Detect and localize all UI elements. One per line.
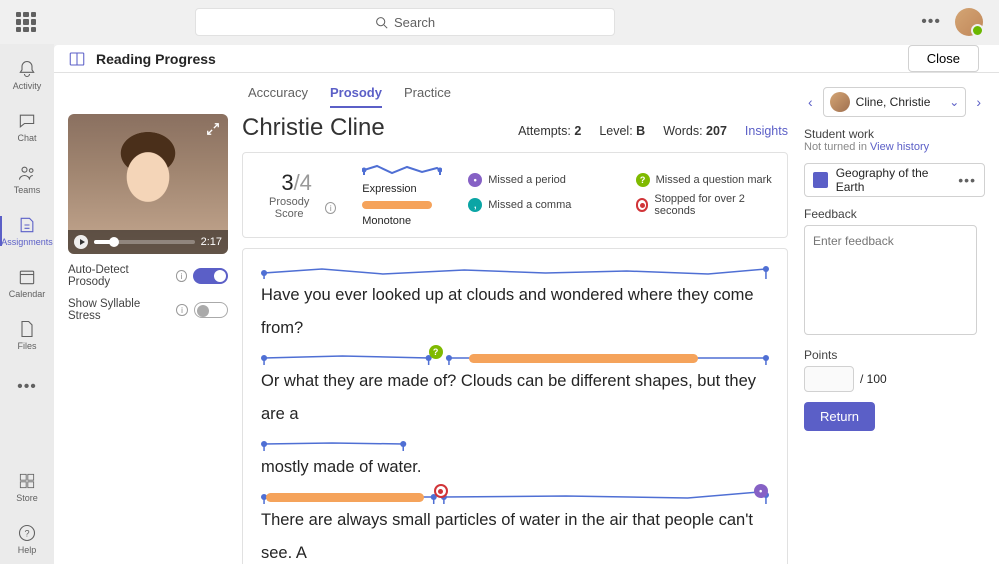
rail-store[interactable]: Store bbox=[0, 462, 54, 512]
attached-document[interactable]: Geography of the Earth ••• bbox=[804, 163, 985, 197]
next-student-button[interactable]: › bbox=[972, 90, 985, 114]
document-title: Geography of the Earth bbox=[836, 166, 951, 194]
document-more-icon[interactable]: ••• bbox=[958, 172, 976, 188]
view-history-link[interactable]: View history bbox=[870, 141, 929, 153]
document-icon bbox=[813, 172, 828, 188]
stop-marker-icon bbox=[636, 198, 649, 212]
stop-annotation bbox=[434, 484, 448, 498]
syllable-toggle[interactable] bbox=[194, 302, 228, 318]
search-input[interactable]: Search bbox=[195, 8, 615, 36]
user-avatar[interactable] bbox=[955, 8, 983, 36]
attempts-stat: Attempts: 2 bbox=[518, 124, 581, 138]
monotone-wave-icon bbox=[362, 201, 432, 209]
passage-line: Have you ever looked up at clouds and wo… bbox=[261, 286, 754, 337]
score-label: Prosody Score bbox=[257, 196, 321, 220]
play-button[interactable] bbox=[74, 235, 88, 249]
feedback-label: Feedback bbox=[804, 207, 985, 221]
points-input[interactable] bbox=[804, 366, 854, 392]
question-annotation: ? bbox=[429, 345, 443, 359]
monotone-annotation bbox=[469, 354, 698, 363]
reading-progress-icon bbox=[68, 50, 86, 68]
question-marker-icon: ? bbox=[636, 173, 650, 187]
score-value: 3 bbox=[281, 170, 293, 195]
expand-icon[interactable] bbox=[206, 122, 220, 136]
student-selector[interactable]: Cline, Christie ⌄ bbox=[823, 87, 967, 117]
insights-link[interactable]: Insights bbox=[745, 124, 788, 138]
feedback-input[interactable] bbox=[804, 225, 977, 335]
page-title: Reading Progress bbox=[96, 51, 216, 67]
passage-line: Or what they are made of? Clouds can be … bbox=[261, 372, 756, 423]
words-stat: Words: 207 bbox=[663, 124, 727, 138]
tabs: Acccuracy Prosody Practice bbox=[68, 73, 794, 114]
points-max: / 100 bbox=[860, 372, 887, 386]
passage-line: There are always small particles of wate… bbox=[261, 511, 753, 562]
student-work-label: Student work bbox=[804, 127, 985, 141]
app-launcher-icon[interactable] bbox=[16, 12, 36, 32]
svg-text:?: ? bbox=[24, 528, 29, 538]
rail-assignments[interactable]: Assignments bbox=[0, 206, 54, 256]
close-button[interactable]: Close bbox=[908, 45, 979, 72]
info-icon[interactable]: i bbox=[176, 304, 187, 316]
points-label: Points bbox=[804, 348, 985, 362]
search-placeholder: Search bbox=[394, 15, 435, 30]
rail-help[interactable]: ?Help bbox=[0, 514, 54, 564]
video-scrubber[interactable] bbox=[94, 240, 195, 244]
auto-detect-toggle[interactable] bbox=[193, 268, 228, 284]
prosody-line-icon bbox=[261, 263, 769, 283]
syllable-label: Show Syllable Stress bbox=[68, 298, 170, 322]
rail-teams[interactable]: Teams bbox=[0, 154, 54, 204]
passage-panel: Have you ever looked up at clouds and wo… bbox=[242, 248, 788, 564]
student-name: Christie Cline bbox=[242, 114, 500, 142]
video-time: 2:17 bbox=[201, 236, 222, 248]
passage-line: mostly made of water. bbox=[261, 458, 421, 476]
chevron-down-icon: ⌄ bbox=[949, 95, 959, 109]
legend-question: Missed a question mark bbox=[656, 174, 772, 186]
tab-prosody[interactable]: Prosody bbox=[330, 85, 382, 108]
not-turned-in-label: Not turned in bbox=[804, 141, 870, 153]
prev-student-button[interactable]: ‹ bbox=[804, 90, 817, 114]
rail-activity[interactable]: Activity bbox=[0, 50, 54, 100]
more-icon[interactable]: ••• bbox=[921, 13, 941, 31]
level-stat: Level: B bbox=[599, 124, 645, 138]
info-icon[interactable]: i bbox=[325, 202, 336, 214]
info-icon[interactable]: i bbox=[176, 270, 188, 282]
monotone-annotation bbox=[266, 493, 423, 502]
prosody-line-icon bbox=[261, 435, 769, 455]
monotone-label: Monotone bbox=[362, 215, 442, 227]
side-panel: ‹ Cline, Christie ⌄ › Student work Not t… bbox=[794, 73, 999, 564]
rail-more[interactable]: ••• bbox=[0, 362, 54, 412]
legend-stop: Stopped for over 2 seconds bbox=[654, 193, 773, 217]
student-chip-name: Cline, Christie bbox=[856, 95, 931, 109]
period-annotation: • bbox=[754, 484, 768, 498]
expression-label: Expression bbox=[362, 183, 442, 195]
expression-wave-icon bbox=[362, 163, 442, 177]
auto-detect-label: Auto-Detect Prosody bbox=[68, 264, 170, 288]
tab-practice[interactable]: Practice bbox=[404, 85, 451, 108]
score-max: /4 bbox=[294, 170, 312, 195]
rail-files[interactable]: Files bbox=[0, 310, 54, 360]
period-marker-icon: • bbox=[468, 173, 482, 187]
return-button[interactable]: Return bbox=[804, 402, 875, 431]
video-player[interactable]: 2:17 bbox=[68, 114, 228, 254]
student-avatar-icon bbox=[830, 92, 850, 112]
tab-accuracy[interactable]: Acccuracy bbox=[248, 85, 308, 108]
rail-chat[interactable]: Chat bbox=[0, 102, 54, 152]
score-card: 3/4 Prosody Score i Expression Monotone •… bbox=[242, 152, 788, 238]
comma-marker-icon: , bbox=[468, 198, 482, 212]
legend-comma: Missed a comma bbox=[488, 199, 571, 211]
rail-calendar[interactable]: Calendar bbox=[0, 258, 54, 308]
legend-period: Missed a period bbox=[488, 174, 566, 186]
app-rail: Activity Chat Teams Assignments Calendar… bbox=[0, 44, 54, 564]
search-icon bbox=[375, 16, 388, 29]
